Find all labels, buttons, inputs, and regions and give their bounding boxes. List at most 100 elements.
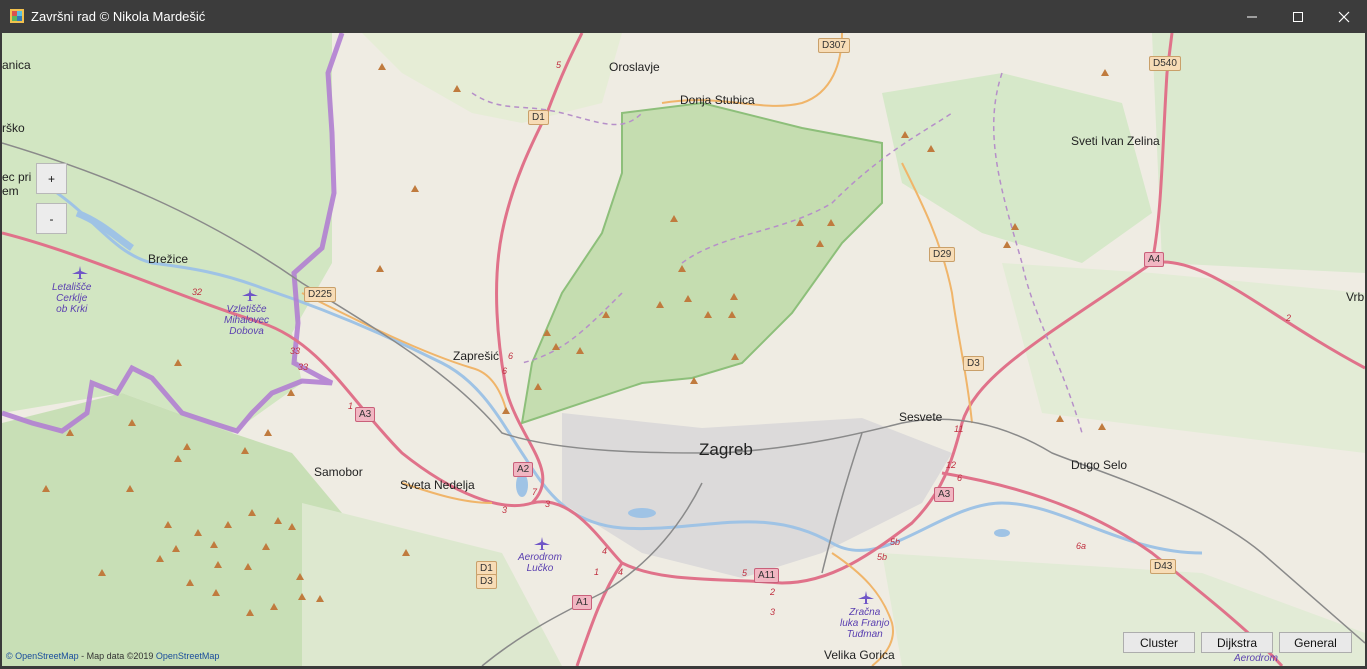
peak-icon xyxy=(543,329,551,336)
place-label-rsko: rško xyxy=(2,121,25,135)
peak-icon xyxy=(1056,415,1064,422)
road-number: 5b xyxy=(890,537,901,547)
peak-icon xyxy=(248,509,256,516)
peak-icon xyxy=(156,555,164,562)
road-number: 6a xyxy=(1076,541,1087,551)
peak-icon xyxy=(264,429,272,436)
peak-icon xyxy=(728,311,736,318)
place-label-sveti-ivan-zelina: Sveti Ivan Zelina xyxy=(1071,134,1160,148)
place-label-vrb: Vrb xyxy=(1346,290,1365,304)
road-number: 5b xyxy=(877,552,888,562)
peak-icon xyxy=(796,219,804,226)
zoom-out-button[interactable]: - xyxy=(36,203,67,234)
peak-icon xyxy=(287,389,295,396)
road-shield-a3-east: A3 xyxy=(934,487,955,502)
peak-icon xyxy=(453,85,461,92)
peak-icon xyxy=(172,545,180,552)
peak-icon xyxy=(816,240,824,247)
place-label-anica: anica xyxy=(2,58,31,72)
place-label-velika-gorica: Velika Gorica xyxy=(824,648,895,662)
place-label-samobor: Samobor xyxy=(314,465,363,479)
road-shield-d225: D225 xyxy=(304,287,336,302)
osm-link-2[interactable]: OpenStreetMap xyxy=(156,651,220,661)
road-number: 1 xyxy=(594,567,600,577)
peak-icon xyxy=(214,561,222,568)
app-icon xyxy=(10,9,24,23)
peak-icon xyxy=(827,219,835,226)
peak-icon xyxy=(224,521,232,528)
cluster-button[interactable]: Cluster xyxy=(1123,632,1195,653)
road-shield-d307: D307 xyxy=(818,38,850,53)
maximize-button[interactable] xyxy=(1275,0,1321,33)
peak-icon xyxy=(704,311,712,318)
dijkstra-button[interactable]: Dijkstra xyxy=(1201,632,1273,653)
airport-label-aerodrom: Aerodrom xyxy=(1234,653,1278,664)
road-number: 1 xyxy=(348,401,354,411)
peak-icon xyxy=(244,563,252,570)
maximize-icon xyxy=(1293,11,1303,22)
minimize-button[interactable] xyxy=(1229,0,1275,33)
place-label-donja-stubica: Donja Stubica xyxy=(680,93,755,107)
road-number: 5 xyxy=(742,568,748,578)
road-number: 3 xyxy=(545,499,551,509)
peak-icon xyxy=(98,569,106,576)
peak-icon xyxy=(274,517,282,524)
road-number: 6 xyxy=(502,366,508,376)
road-number: 6 xyxy=(508,351,514,361)
peak-icon xyxy=(186,579,194,586)
peak-icon xyxy=(690,377,698,384)
road-number: 4 xyxy=(618,567,624,577)
place-label-sesvete: Sesvete xyxy=(899,410,943,424)
road-number: 2 xyxy=(1286,313,1292,323)
airport-label-lucko: Aerodrom Lučko xyxy=(518,552,562,574)
road-number: 33 xyxy=(290,346,301,356)
road-number: 3 xyxy=(770,607,776,617)
peak-icon xyxy=(678,265,686,272)
road-number: 33 xyxy=(298,362,309,372)
road-number: 12 xyxy=(946,460,957,470)
peak-icon xyxy=(42,485,50,492)
peak-icon xyxy=(1098,423,1106,430)
general-button[interactable]: General xyxy=(1279,632,1352,653)
airplane-icon xyxy=(242,288,258,301)
place-label-ec-pri: ec pri xyxy=(2,170,32,184)
airport-label-tudman: Zračna luka Franjo Tuđman xyxy=(840,607,890,640)
peak-icon xyxy=(212,589,220,596)
road-shield-d3: D3 xyxy=(963,356,984,371)
osm-link[interactable]: © OpenStreetMap xyxy=(6,651,79,661)
peak-icon xyxy=(316,595,324,602)
road-number: 3 xyxy=(502,505,508,515)
close-button[interactable] xyxy=(1321,0,1367,33)
road-shield-a11: A11 xyxy=(754,568,780,583)
road-shield-d540: D540 xyxy=(1149,56,1181,71)
road-number: 32 xyxy=(192,287,203,297)
map-view[interactable]: Zagreb Sesvete Dugo Selo Velika Gorica S… xyxy=(2,33,1365,666)
minimize-icon xyxy=(1247,16,1257,17)
peak-icon xyxy=(128,419,136,426)
close-icon xyxy=(1338,11,1350,22)
peak-icon xyxy=(262,543,270,550)
place-label-sveta-nedelja: Sveta Nedelja xyxy=(400,478,475,492)
peak-icon xyxy=(731,353,739,360)
peak-icon xyxy=(246,609,254,616)
road-shield-d3-south: D3 xyxy=(476,574,497,589)
zoom-in-button[interactable]: + xyxy=(36,163,67,194)
peak-icon xyxy=(656,301,664,308)
peak-icon xyxy=(1101,69,1109,76)
airplane-icon xyxy=(72,266,88,279)
peak-icon xyxy=(376,265,384,272)
airplane-icon xyxy=(534,537,550,550)
peak-icon xyxy=(270,603,278,610)
road-number: 4 xyxy=(602,546,608,556)
peak-icon xyxy=(402,549,410,556)
place-label-dugo-selo: Dugo Selo xyxy=(1071,458,1128,472)
peak-icon xyxy=(164,521,172,528)
window-title: Završni rad © Nikola Mardešić xyxy=(31,9,206,24)
road-shield-a4: A4 xyxy=(1144,252,1165,267)
peak-icon xyxy=(174,455,182,462)
peak-icon xyxy=(378,63,386,70)
road-shield-a2: A2 xyxy=(513,462,534,477)
peak-icon xyxy=(502,407,510,414)
road-number: 2 xyxy=(770,587,776,597)
peak-icon xyxy=(194,529,202,536)
